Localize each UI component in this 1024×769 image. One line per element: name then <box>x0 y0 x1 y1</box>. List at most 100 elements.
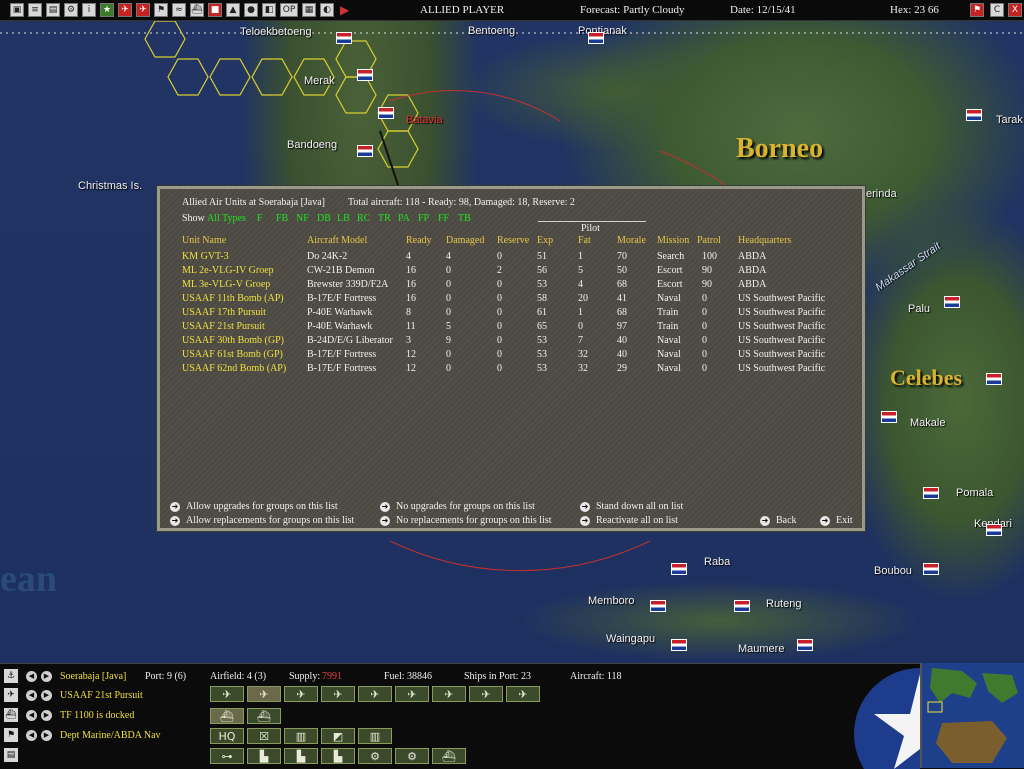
filter-tr[interactable]: TR <box>378 213 391 224</box>
infantry-button[interactable]: ☒ <box>247 728 281 744</box>
table-row[interactable]: ML 3e-VLG-V Groep Brewster 339D/F2A 16 0… <box>160 279 862 293</box>
table-row[interactable]: USAAF 61st Bomb (GP) B-17E/F Fortress 12… <box>160 349 862 363</box>
flag-marker[interactable] <box>671 563 687 575</box>
back-button[interactable]: ➜ Back <box>760 515 797 526</box>
task-force-link[interactable]: TF 1100 is docked <box>60 710 134 721</box>
col-mission[interactable]: Mission <box>657 235 689 246</box>
log-icon[interactable]: ▦ <box>302 3 316 17</box>
flag-marker[interactable] <box>797 639 813 651</box>
reactivate-option[interactable]: ➜ Reactivate all on list <box>580 515 678 526</box>
cell-unit[interactable]: ML 2e-VLG-IV Groep <box>182 265 274 276</box>
warship-button[interactable]: ⛴ <box>210 708 244 724</box>
table-row[interactable]: USAAF 11th Bomb (AP) B-17E/F Fortress 16… <box>160 293 862 307</box>
next-task-force-button[interactable]: ▶ <box>41 710 52 721</box>
prev-task-force-button[interactable]: ◀ <box>26 710 37 721</box>
col-morale[interactable]: Morale <box>617 235 646 246</box>
city-button[interactable]: ▙ <box>284 748 318 764</box>
air-unit-link[interactable]: USAAF 21st Pursuit <box>60 690 143 701</box>
next-air-unit-button[interactable]: ▶ <box>41 690 52 701</box>
flag-marker[interactable] <box>588 32 604 44</box>
globe-icon[interactable]: ● <box>244 3 258 17</box>
gear-button[interactable]: ⚙ <box>358 748 392 764</box>
terrain-button[interactable]: ◩ <box>321 728 355 744</box>
fort-button[interactable]: ▥ <box>284 728 318 744</box>
base-icon[interactable]: ▣ <box>10 3 24 17</box>
aircraft-type-button[interactable]: ✈ <box>469 686 503 702</box>
table-row[interactable]: USAAF 17th Pursuit P-40E Warhawk 8 0 0 6… <box>160 307 862 321</box>
cell-unit[interactable]: USAAF 21st Pursuit <box>182 321 265 332</box>
table-row[interactable]: USAAF 30th Bomb (GP) B-24D/E/G Liberator… <box>160 335 862 349</box>
terrain-icon[interactable]: ▲ <box>226 3 240 17</box>
stand-down-option[interactable]: ➜ Stand down all on list <box>580 501 683 512</box>
aircraft-type-button[interactable]: ✈ <box>395 686 429 702</box>
flag-marker[interactable] <box>357 145 373 157</box>
allow-replacements-option[interactable]: ➜ Allow replacements for groups on this l… <box>170 515 354 526</box>
col-patrol[interactable]: Patrol <box>697 235 721 246</box>
aircraft-type-button[interactable]: ✈ <box>284 686 318 702</box>
filter-pa[interactable]: PA <box>398 213 410 224</box>
cell-unit[interactable]: USAAF 61st Bomb (GP) <box>182 349 283 360</box>
aircraft-red-icon[interactable]: ✈ <box>118 3 132 17</box>
col-aircraft-model[interactable]: Aircraft Model <box>307 235 367 246</box>
col-damaged[interactable]: Damaged <box>446 235 484 246</box>
filter-lb[interactable]: LB <box>337 213 350 224</box>
gear-button-2[interactable]: ⚙ <box>395 748 429 764</box>
next-base-button[interactable]: ▶ <box>41 671 52 682</box>
road-button[interactable]: ⊶ <box>210 748 244 764</box>
filter-all-types[interactable]: All Types <box>207 213 246 224</box>
prev-command-button[interactable]: ◀ <box>26 730 37 741</box>
filter-rc[interactable]: RC <box>357 213 370 224</box>
table-row[interactable]: ML 2e-VLG-IV Groep CW-21B Demon 16 0 2 5… <box>160 265 862 279</box>
table-row[interactable]: USAAF 62nd Bomb (AP) B-17E/F Fortress 12… <box>160 363 862 377</box>
settings-icon[interactable]: ⚙ <box>64 3 78 17</box>
play-icon[interactable]: ▶ <box>340 3 354 17</box>
flag-marker[interactable] <box>881 411 897 423</box>
col-ready[interactable]: Ready <box>406 235 432 246</box>
filter-ff[interactable]: FF <box>438 213 449 224</box>
info-icon[interactable]: i <box>82 3 96 17</box>
report-icon[interactable]: ▤ <box>46 3 60 17</box>
col-unit-name[interactable]: Unit Name <box>182 235 226 246</box>
col-headquarters[interactable]: Headquarters <box>738 235 791 246</box>
flag-marker[interactable] <box>378 107 394 119</box>
flag-marker[interactable] <box>923 487 939 499</box>
col-exp[interactable]: Exp <box>537 235 553 246</box>
cell-unit[interactable]: KM GVT-3 <box>182 251 229 262</box>
base-name-link[interactable]: Soerabaja [Java] <box>60 671 126 682</box>
close-button[interactable]: X <box>1008 3 1022 17</box>
aircraft-type-button[interactable]: ✈ <box>432 686 466 702</box>
aircraft-type-button[interactable]: ✈ <box>321 686 355 702</box>
ship-icon[interactable]: ⛴ <box>190 3 204 17</box>
factory-button[interactable]: ▙ <box>321 748 355 764</box>
prev-air-unit-button[interactable]: ◀ <box>26 690 37 701</box>
minimap[interactable] <box>920 663 1024 768</box>
weather-icon[interactable]: ◐ <box>320 3 334 17</box>
flag-marker[interactable] <box>734 600 750 612</box>
star-icon[interactable]: ★ <box>100 3 114 17</box>
cell-unit[interactable]: USAAF 62nd Bomb (AP) <box>182 363 286 374</box>
hq-button[interactable]: HQ <box>210 728 244 744</box>
next-command-button[interactable]: ▶ <box>41 730 52 741</box>
cell-unit[interactable]: USAAF 17th Pursuit <box>182 307 266 318</box>
filter-tb[interactable]: TB <box>458 213 471 224</box>
flag-marker[interactable] <box>966 109 982 121</box>
aircraft-red-icon-2[interactable]: ✈ <box>136 3 150 17</box>
cell-unit[interactable]: USAAF 30th Bomb (GP) <box>182 335 284 346</box>
command-link[interactable]: Dept Marine/ABDA Nav <box>60 730 161 741</box>
filter-fp[interactable]: FP <box>418 213 429 224</box>
center-button[interactable]: C <box>990 3 1004 17</box>
aircraft-type-button[interactable]: ✈ <box>210 686 244 702</box>
flag-marker[interactable] <box>336 32 352 44</box>
aircraft-type-button[interactable]: ✈ <box>506 686 540 702</box>
flag-marker[interactable] <box>671 639 687 651</box>
flag-icon[interactable]: ⚑ <box>154 3 168 17</box>
color-icon[interactable]: ■ <box>208 3 222 17</box>
exit-button[interactable]: ➜ Exit <box>820 515 853 526</box>
filter-nf[interactable]: NF <box>296 213 309 224</box>
flag-marker[interactable] <box>944 296 960 308</box>
flag-marker[interactable] <box>986 373 1002 385</box>
sea-icon[interactable]: ≈ <box>172 3 186 17</box>
aircraft-type-button[interactable]: ✈ <box>247 686 281 702</box>
col-reserve[interactable]: Reserve <box>497 235 529 246</box>
aircraft-type-button[interactable]: ✈ <box>358 686 392 702</box>
